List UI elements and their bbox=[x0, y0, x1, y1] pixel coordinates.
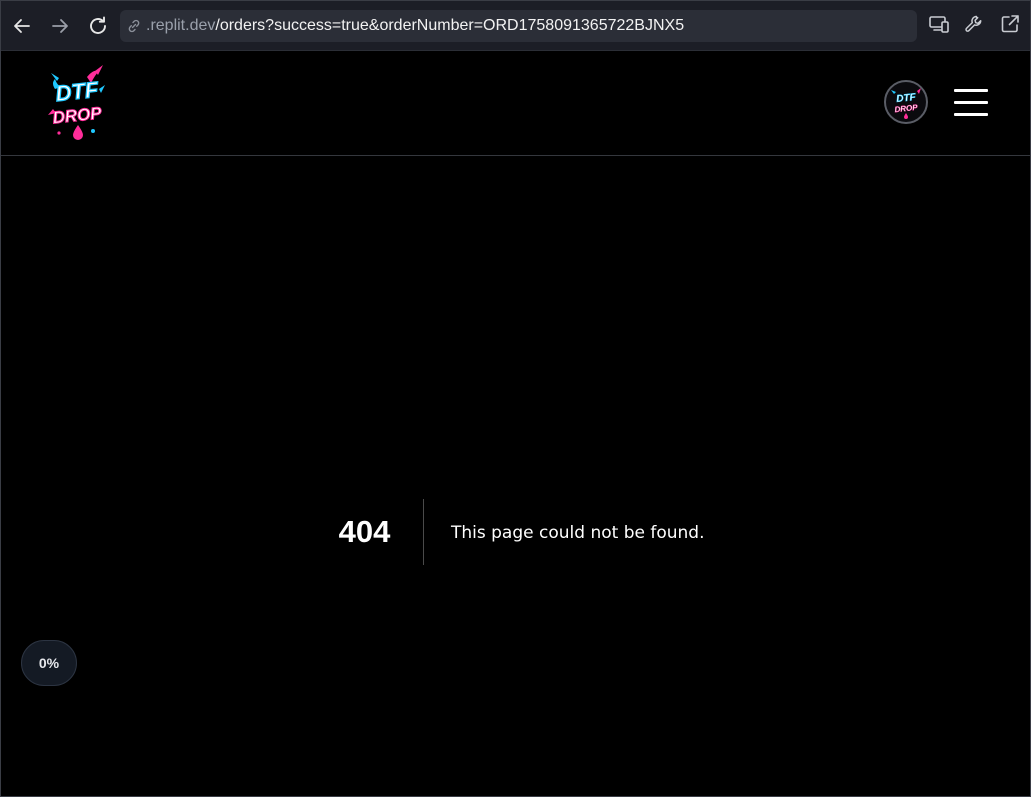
devices-button[interactable] bbox=[926, 13, 952, 39]
back-arrow-icon bbox=[12, 16, 32, 36]
user-avatar[interactable]: DTF DROP bbox=[884, 80, 928, 124]
menu-button[interactable] bbox=[954, 89, 988, 117]
forward-button[interactable] bbox=[47, 13, 73, 39]
progress-label: 0% bbox=[38, 655, 60, 671]
site-header: DTF DROP DTF DROP bbox=[1, 51, 1030, 156]
error-message: This page could not be found. bbox=[451, 523, 705, 543]
forward-arrow-icon bbox=[50, 16, 70, 36]
address-bar[interactable]: .replit.dev/orders?success=true&orderNum… bbox=[120, 10, 917, 42]
hamburger-line bbox=[954, 113, 988, 116]
open-external-icon bbox=[999, 13, 1021, 39]
url-host: .replit.dev bbox=[146, 17, 216, 34]
open-external-button[interactable] bbox=[997, 13, 1023, 39]
avatar-text-drop: DROP bbox=[894, 103, 919, 114]
hamburger-menu-icon bbox=[954, 89, 988, 92]
url-path: /orders?success=true&orderNumber=ORD1758… bbox=[215, 17, 685, 34]
devices-icon bbox=[928, 13, 950, 39]
logo-text-drop: DROP bbox=[52, 103, 103, 127]
reload-icon bbox=[87, 15, 109, 37]
devtools-button[interactable] bbox=[961, 13, 987, 39]
progress-badge[interactable]: 0% bbox=[21, 640, 77, 686]
reload-button[interactable] bbox=[85, 13, 111, 39]
link-icon bbox=[126, 18, 142, 34]
not-found-message: 404 This page could not be found. bbox=[1, 499, 1030, 565]
browser-toolbar: .replit.dev/orders?success=true&orderNum… bbox=[1, 1, 1030, 51]
logo-text-dtf: DTF bbox=[54, 77, 100, 106]
browser-window: .replit.dev/orders?success=true&orderNum… bbox=[0, 0, 1031, 797]
hamburger-line bbox=[954, 101, 988, 104]
dtf-drop-logo[interactable]: DTF DROP bbox=[47, 59, 107, 145]
wrench-icon bbox=[963, 13, 985, 39]
error-code: 404 bbox=[338, 514, 391, 549]
divider bbox=[423, 499, 424, 565]
back-button[interactable] bbox=[9, 13, 35, 39]
